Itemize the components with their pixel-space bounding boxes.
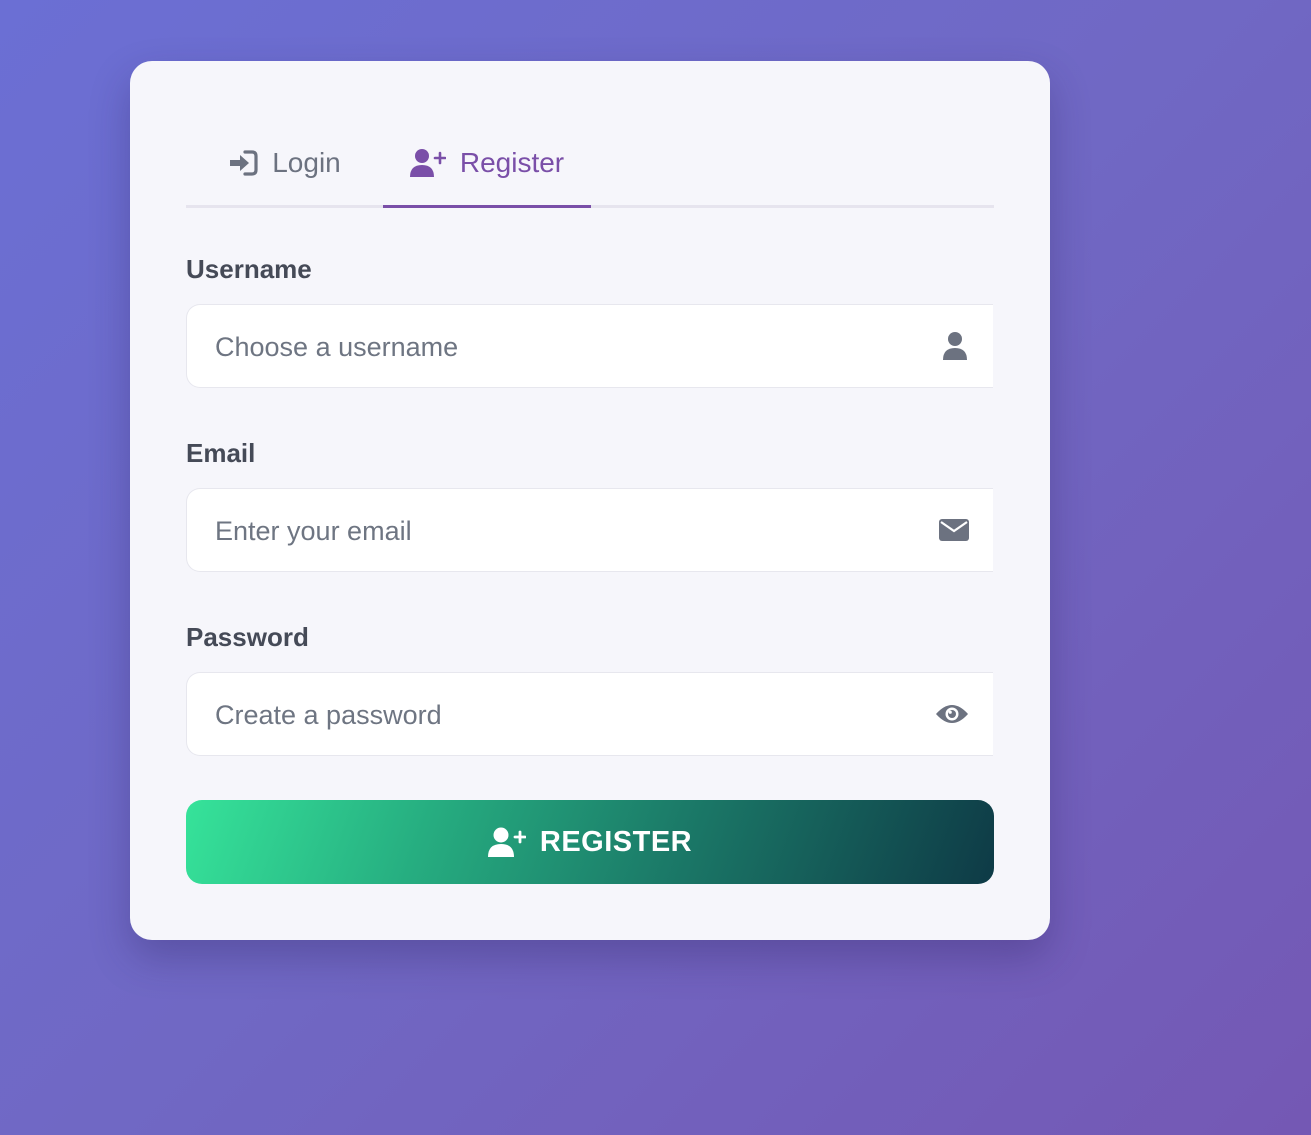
- email-field-wrapper: [186, 488, 993, 573]
- password-field-wrapper: [186, 672, 993, 757]
- tab-register-label: Register: [459, 147, 565, 178]
- username-field-wrapper: [186, 304, 993, 389]
- email-input[interactable]: [187, 489, 937, 573]
- password-input[interactable]: [187, 673, 937, 757]
- eye-icon[interactable]: [935, 673, 969, 755]
- user-plus-icon: [409, 148, 446, 178]
- auth-card: Login Register Username Email: [130, 61, 1050, 940]
- username-label: Username: [186, 254, 312, 284]
- username-input[interactable]: [187, 305, 937, 389]
- register-button[interactable]: REGISTER: [186, 800, 994, 884]
- register-button-label: REGISTER: [539, 825, 693, 858]
- envelope-icon: [939, 489, 969, 571]
- email-label: Email: [186, 438, 256, 468]
- auth-tabs: Login Register: [186, 121, 994, 208]
- tab-login[interactable]: Login: [186, 121, 383, 205]
- tab-register[interactable]: Register: [383, 121, 591, 208]
- tab-login-label: Login: [272, 147, 341, 178]
- password-label: Password: [186, 622, 309, 652]
- sign-in-icon: [228, 150, 258, 176]
- user-icon: [942, 305, 968, 387]
- user-plus-icon: [487, 826, 526, 858]
